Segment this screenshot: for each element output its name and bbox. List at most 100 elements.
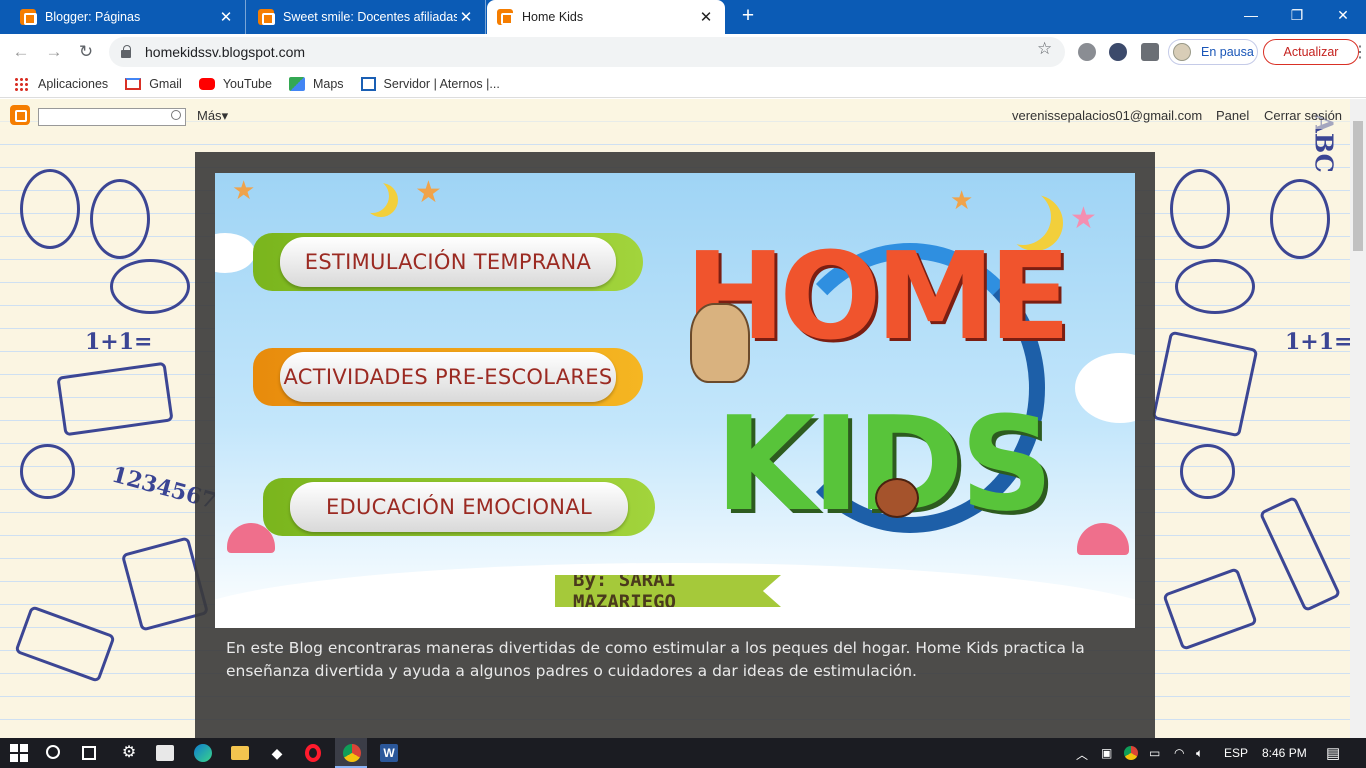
caret-down-icon: ▾: [221, 108, 229, 123]
word-icon[interactable]: W: [380, 744, 398, 762]
puppy-icon: [875, 478, 919, 518]
bookmark-star-icon[interactable]: ☆: [1037, 39, 1052, 59]
close-tab-icon[interactable]: ✕: [217, 8, 235, 26]
bookmark-gmail[interactable]: Gmail: [125, 77, 182, 91]
blog-search-input[interactable]: [38, 108, 186, 126]
back-arrow-icon[interactable]: ←: [11, 42, 31, 62]
bookmark-label: Gmail: [149, 76, 182, 91]
reload-icon[interactable]: ↻: [76, 42, 96, 62]
settings-gear-icon[interactable]: ⚙: [120, 744, 138, 762]
address-bar[interactable]: homekidssv.blogspot.com: [109, 37, 1065, 67]
close-window-icon[interactable]: ✕: [1320, 0, 1366, 30]
user-email: verenissepalacios01@gmail.com: [1012, 108, 1203, 123]
moon-icon: [355, 179, 389, 213]
restore-icon[interactable]: ❐: [1274, 0, 1320, 30]
puzzle-icon[interactable]: [1141, 43, 1159, 61]
blogger-logo-icon[interactable]: [10, 105, 30, 125]
blog-header-block: ★ ★ ★ ★ ESTIMULACIÓN TEMPRANA ACTIVIDADE…: [195, 152, 1155, 738]
header-banner-image[interactable]: ★ ★ ★ ★ ESTIMULACIÓN TEMPRANA ACTIVIDADE…: [215, 173, 1135, 628]
update-label: Actualizar: [1283, 45, 1339, 59]
volume-icon[interactable]: 🔈︎: [1196, 746, 1203, 761]
windows-start-icon[interactable]: [10, 744, 28, 762]
blog-description: En este Blog encontraras maneras diverti…: [226, 639, 1085, 680]
blogger-favicon-icon: [497, 9, 514, 25]
lock-icon: [121, 45, 131, 58]
tab-sweet-smile[interactable]: Sweet smile: Docentes afiliadas ✕: [248, 0, 486, 34]
notifications-icon[interactable]: ▤: [1326, 744, 1340, 762]
windows-taskbar: ⚙ ◆ W ︿ ▣ ▭ ◠ 🔈︎ ESP 8:46 PM ▤: [0, 738, 1366, 768]
author-byline: By: SARAI MAZARIEGO: [555, 575, 781, 607]
tab-strip: Blogger: Páginas ✕ Sweet smile: Docentes…: [0, 0, 1366, 34]
byline-text: By: SARAI MAZARIEGO: [573, 569, 676, 613]
graduation-cap-doodle-icon: [14, 605, 116, 683]
bookmark-label: Maps: [312, 76, 344, 91]
search-icon[interactable]: [171, 110, 181, 120]
estimulacion-temprana-button[interactable]: ESTIMULACIÓN TEMPRANA: [253, 233, 643, 291]
extension-icon[interactable]: [1078, 43, 1096, 61]
ribbon-label: ACTIVIDADES PRE-ESCOLARES: [280, 352, 616, 402]
scrollbar-thumb[interactable]: [1353, 121, 1363, 251]
close-tab-icon[interactable]: ✕: [697, 8, 715, 26]
logout-link[interactable]: Cerrar sesión: [1264, 108, 1342, 123]
test-tube-doodle-icon: [1258, 495, 1342, 613]
battery-icon[interactable]: ▭: [1149, 746, 1160, 760]
bookmark-aternos[interactable]: Servidor | Aternos |...: [360, 76, 500, 91]
star-icon: ★: [1070, 202, 1097, 235]
chevron-up-icon[interactable]: ︿: [1076, 746, 1088, 763]
cloud-icon: [1075, 353, 1135, 423]
task-view-icon[interactable]: [82, 746, 96, 760]
mask-doodle-icon: [1170, 169, 1230, 249]
avatar: [1173, 43, 1191, 61]
atom-doodle-icon: [1180, 444, 1235, 499]
file-explorer-icon[interactable]: [231, 746, 249, 760]
maps-icon: [288, 76, 305, 91]
update-button[interactable]: Actualizar: [1263, 39, 1359, 65]
opera-icon[interactable]: [305, 744, 321, 762]
language-indicator[interactable]: ESP: [1224, 746, 1248, 760]
close-tab-icon[interactable]: ✕: [457, 8, 475, 26]
horse-icon: [690, 303, 750, 383]
bookmark-youtube[interactable]: YouTube: [198, 77, 272, 91]
profile-button[interactable]: En pausa: [1168, 39, 1258, 65]
actividades-pre-escolares-button[interactable]: ACTIVIDADES PRE-ESCOLARES: [253, 348, 643, 406]
math-doodle-icon: 1+1=: [85, 329, 153, 355]
dropbox-icon[interactable]: ◆: [268, 744, 286, 762]
more-menu[interactable]: Más▾: [197, 108, 228, 124]
mushroom-icon: [1077, 523, 1129, 555]
mask-doodle-icon: [20, 169, 80, 249]
menu-dots-icon[interactable]: ⋮: [1352, 42, 1366, 62]
chrome-taskbar-button[interactable]: [335, 738, 367, 768]
chrome-icon: [343, 744, 361, 762]
ribbon-label: ESTIMULACIÓN TEMPRANA: [280, 237, 616, 287]
bookmark-apps[interactable]: Aplicaciones: [14, 76, 108, 91]
piano-doodle-icon: [1151, 330, 1259, 438]
edge-icon[interactable]: [194, 744, 212, 762]
tab-blogger-paginas[interactable]: Blogger: Páginas ✕: [10, 0, 246, 34]
clock[interactable]: 8:46 PM: [1262, 746, 1307, 760]
page-viewport: 1+1= 1+1= 123456789 ABC Más▾ verenissepa…: [0, 99, 1350, 738]
extension-icon[interactable]: [1109, 43, 1127, 61]
vertical-scrollbar[interactable]: [1350, 99, 1366, 738]
bookmark-label: Servidor | Aternos |...: [383, 76, 500, 91]
star-icon: ★: [232, 175, 256, 205]
graduation-cap-doodle-icon: [1162, 567, 1258, 651]
bookmarks-bar: Aplicaciones Gmail YouTube Maps Servidor…: [0, 70, 1366, 98]
search-icon[interactable]: [46, 745, 60, 759]
wifi-icon[interactable]: ◠: [1174, 746, 1184, 760]
browser-toolbar: ← → ↻ homekidssv.blogspot.com ☆ En pausa…: [0, 34, 1366, 70]
blogger-favicon-icon: [20, 9, 37, 25]
star-icon: ★: [950, 185, 974, 215]
meet-now-icon[interactable]: ▣: [1101, 746, 1112, 760]
educacion-emocional-button[interactable]: EDUCACIÓN EMOCIONAL: [263, 478, 655, 536]
atom-doodle-icon: [20, 444, 75, 499]
chrome-tray-icon[interactable]: [1124, 746, 1138, 760]
store-icon[interactable]: [156, 745, 174, 761]
new-tab-plus-icon[interactable]: +: [737, 5, 759, 27]
apps-grid-icon: [14, 76, 30, 91]
bookmark-maps[interactable]: Maps: [288, 76, 344, 91]
minimize-icon[interactable]: —: [1228, 0, 1274, 30]
forward-arrow-icon[interactable]: →: [44, 42, 64, 62]
tab-home-kids[interactable]: Home Kids ✕: [487, 0, 725, 34]
url-text: homekidssv.blogspot.com: [145, 44, 306, 60]
panel-link[interactable]: Panel: [1216, 108, 1249, 123]
